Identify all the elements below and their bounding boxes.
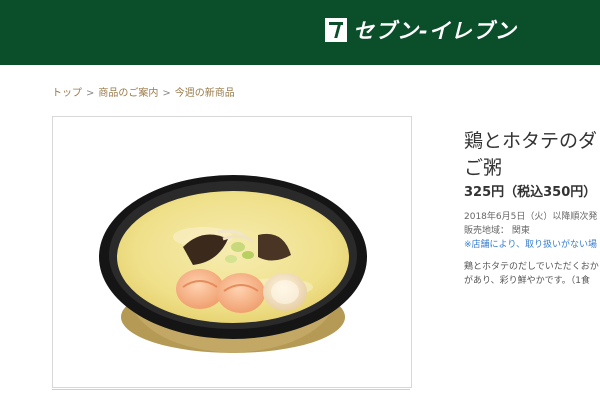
breadcrumb: トップ > 商品のご案内 > 今週の新商品 [52, 84, 235, 99]
description-line: があり、彩り鮮やかです。（1食 [464, 276, 590, 286]
sales-area: 販売地域： 関東 [464, 226, 530, 236]
brand-name: セブン-イレブン [353, 19, 517, 43]
availability-note[interactable]: ※店舗により、取り扱いがない場 [464, 238, 597, 252]
product-title-line: ご粥 [464, 157, 503, 179]
porridge-bowl-photo [99, 175, 367, 353]
release-date: 2018年6月5日（火）以降順次発 [464, 212, 598, 222]
breadcrumb-separator: > [86, 88, 95, 99]
product-image-frame [52, 116, 412, 388]
breadcrumb-products[interactable]: 商品のご案内 [98, 84, 158, 99]
product-description: 鶏とホタテのだしでいただくおか があり、彩り鮮やかです。（1食 [464, 260, 599, 288]
product-title: 鶏とホタテのダ ご粥 [464, 128, 600, 182]
product-title-line: 鶏とホタテのダ [464, 130, 598, 152]
description-line: 鶏とホタテのだしでいただくおか [464, 262, 599, 272]
site-header: セブン-イレブン [0, 0, 600, 65]
breadcrumb-top[interactable]: トップ [52, 84, 82, 99]
product-price: 325円（税込350円） [464, 185, 597, 200]
seven-logo-icon [325, 18, 347, 42]
product-meta: 2018年6月5日（火）以降順次発 販売地域： 関東 ※店舗により、取り扱いがな… [464, 210, 597, 252]
divider [52, 389, 410, 390]
breadcrumb-new-products[interactable]: 今週の新商品 [175, 84, 235, 99]
breadcrumb-separator: > [162, 88, 171, 99]
seven-eleven-logo[interactable]: セブン-イレブン [325, 15, 517, 45]
